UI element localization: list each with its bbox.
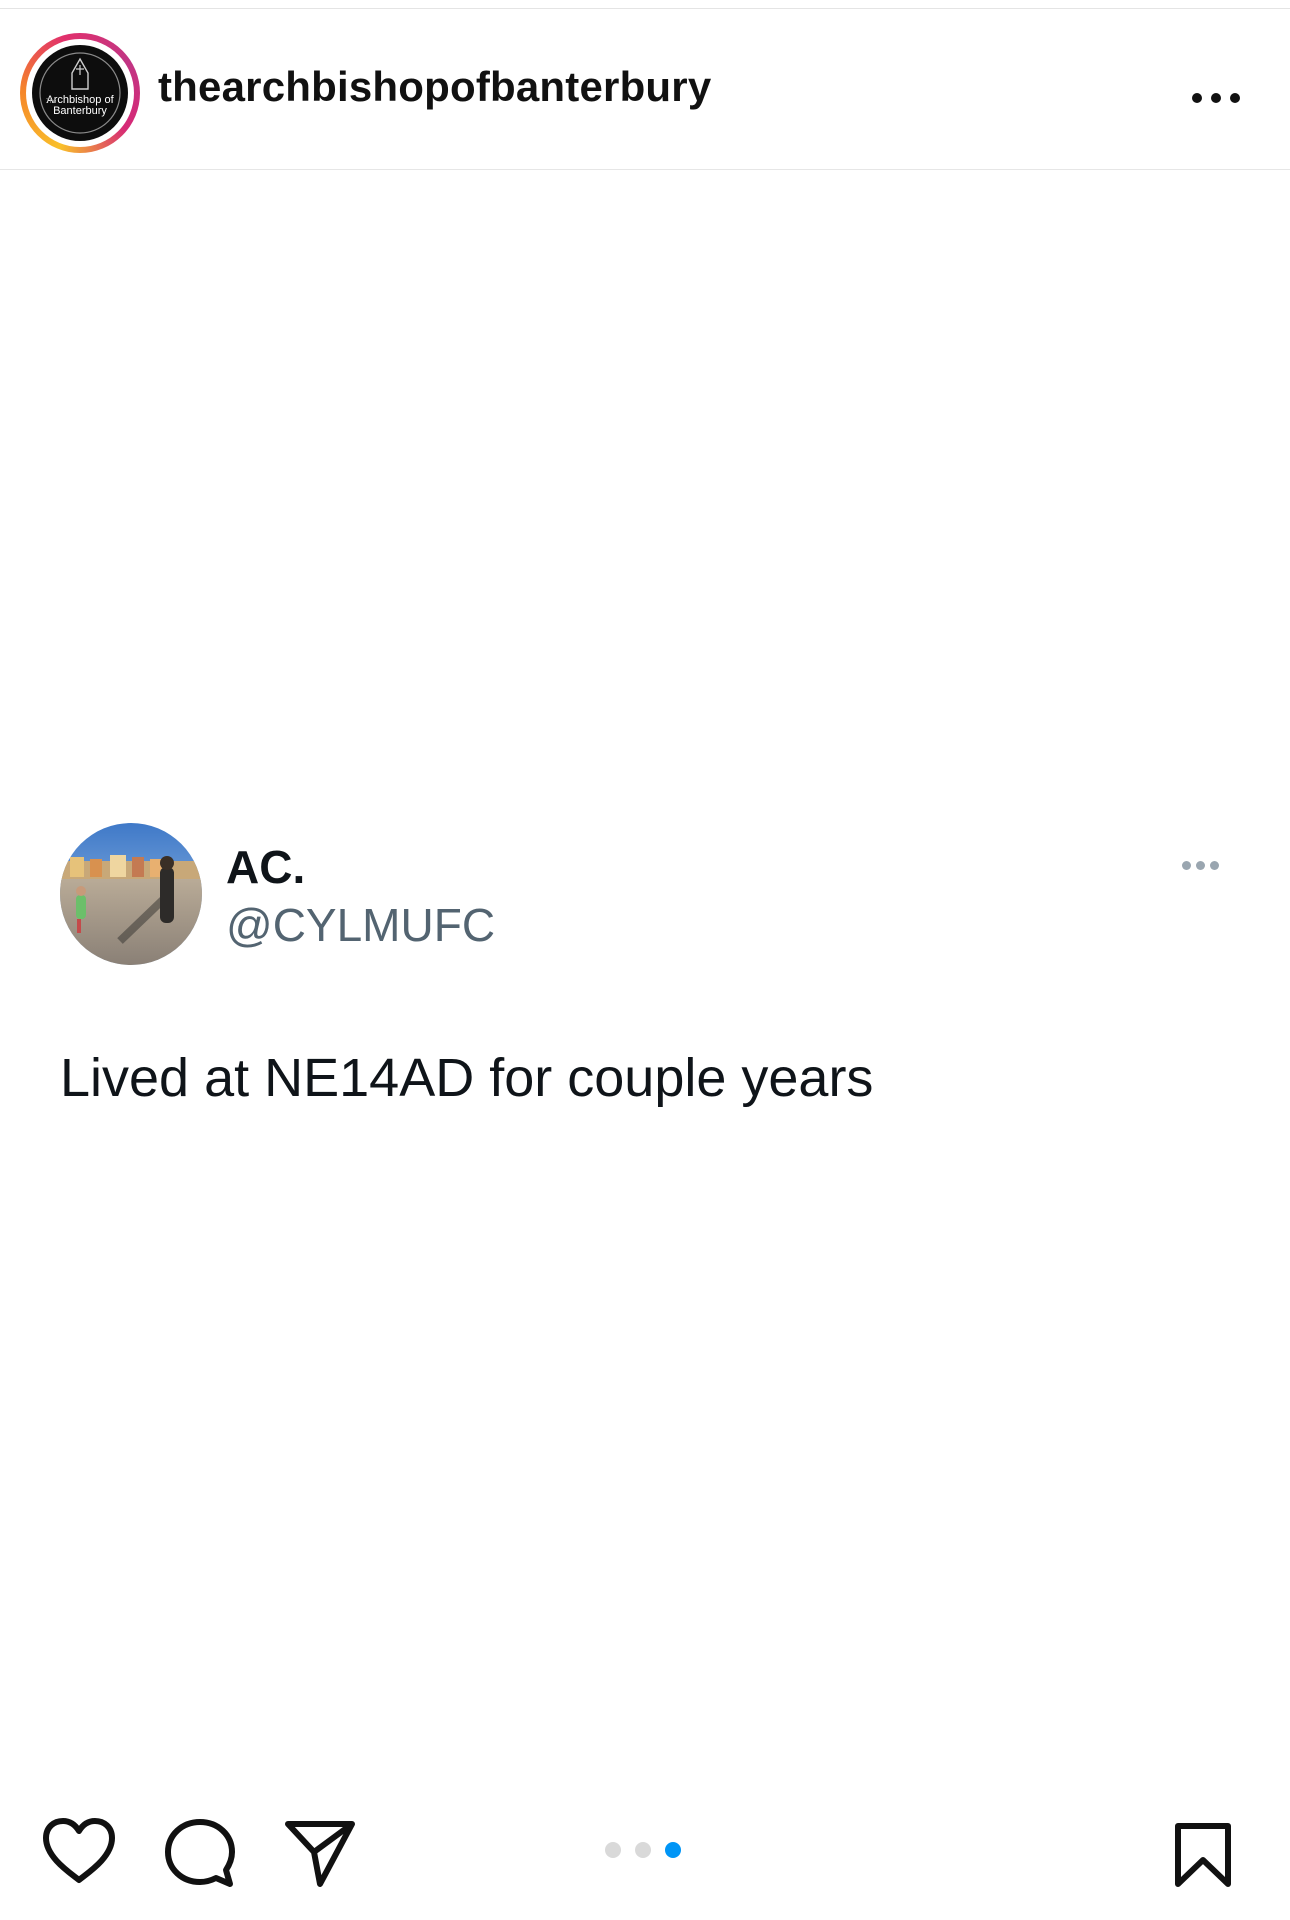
post-header: Archbishop of Banterbury The thearchbish… <box>0 9 1290 170</box>
bookmark-icon[interactable] <box>1174 1822 1232 1893</box>
comment-icon[interactable] <box>164 1818 236 1895</box>
heart-icon[interactable] <box>42 1818 116 1889</box>
profile-photo-icon <box>60 823 202 965</box>
post-username[interactable]: thearchbishopofbanterbury <box>158 63 711 111</box>
svg-text:Banterbury: Banterbury <box>53 105 107 117</box>
carousel-dot <box>605 1842 621 1858</box>
carousel-dot-active <box>665 1842 681 1858</box>
tweet-handle: @CYLMUFC <box>226 899 496 951</box>
svg-text:The: The <box>46 99 57 105</box>
carousel-dot <box>635 1842 651 1858</box>
carousel-indicator <box>605 1840 685 1860</box>
more-options-icon[interactable] <box>1192 79 1252 119</box>
archbishop-logo-icon: Archbishop of Banterbury The <box>32 45 128 141</box>
tweet-display-name: AC. <box>226 841 306 893</box>
tweet-text: Lived at NE14AD for couple years <box>60 1048 874 1108</box>
tweet-more-icon <box>1174 856 1234 876</box>
story-ring-avatar[interactable]: Archbishop of Banterbury The <box>20 33 140 153</box>
send-icon[interactable] <box>284 1818 356 1893</box>
